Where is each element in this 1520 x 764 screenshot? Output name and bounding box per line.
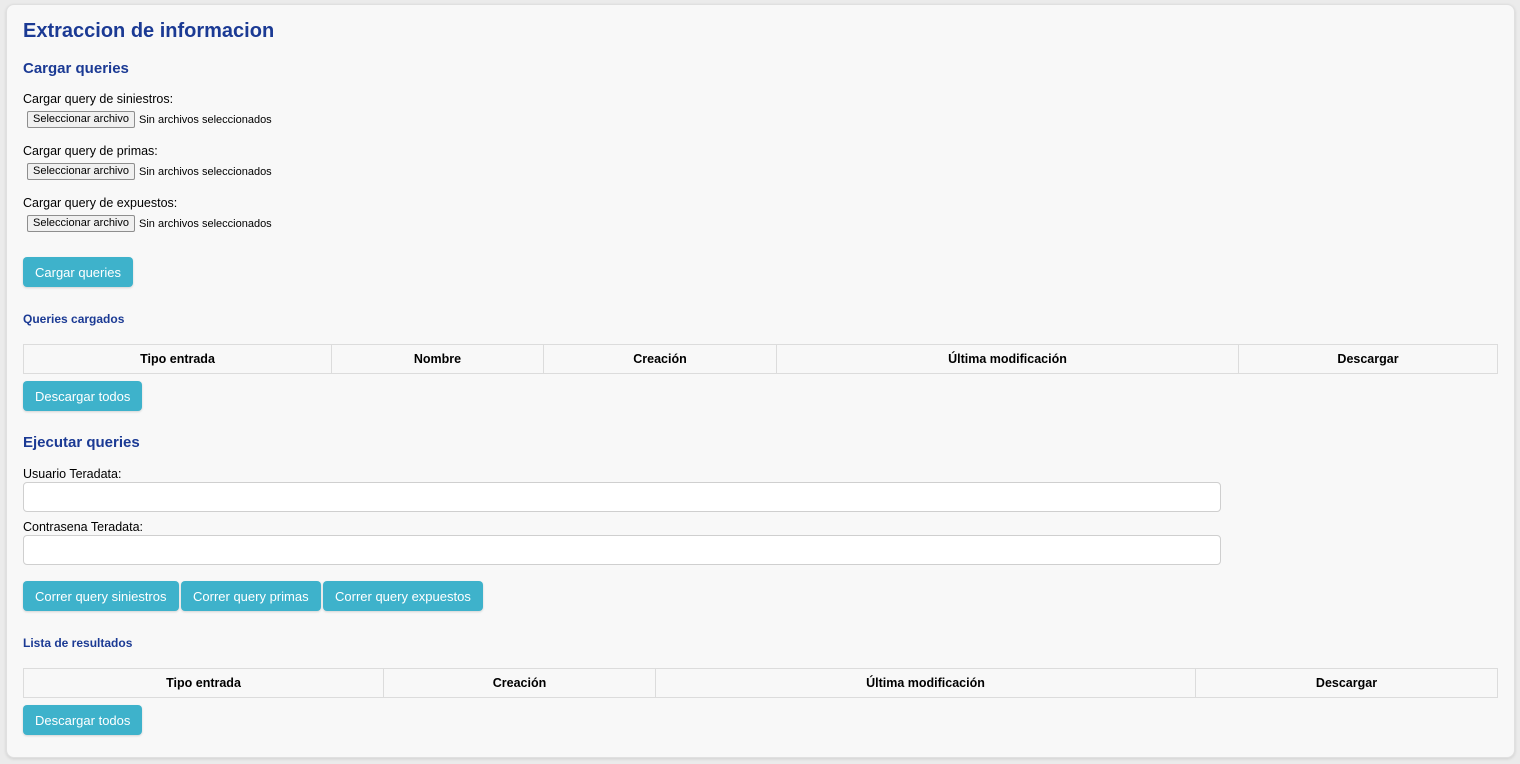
expuestos-choose-file-button[interactable]: Seleccionar archivo: [27, 215, 135, 232]
run-expuestos-button[interactable]: Correr query expuestos: [323, 581, 483, 611]
siniestros-file-input: Seleccionar archivo Sin archivos selecci…: [27, 111, 272, 128]
results-heading: Lista de resultados: [23, 636, 133, 650]
column-header: Creación: [543, 344, 777, 374]
column-header: Última modificación: [776, 344, 1239, 374]
loaded-queries-heading: Queries cargados: [23, 312, 125, 326]
siniestros-choose-file-button[interactable]: Seleccionar archivo: [27, 111, 135, 128]
loaded-queries-header-row: Tipo entrada Nombre Creación Última modi…: [23, 344, 1498, 374]
siniestros-file-status: Sin archivos seleccionados: [139, 113, 272, 126]
load-section-heading: Cargar queries: [23, 60, 129, 77]
teradata-user-input[interactable]: [23, 482, 1221, 512]
column-header: Nombre: [331, 344, 544, 374]
page-title: Extraccion de informacion: [23, 20, 275, 42]
siniestros-label: Cargar query de siniestros:: [23, 92, 174, 106]
teradata-password-label: Contrasena Teradata:: [23, 520, 143, 534]
teradata-user-label: Usuario Teradata:: [23, 467, 122, 481]
main-card: Extraccion de informacion Cargar queries…: [6, 4, 1515, 758]
download-all-results-button[interactable]: Descargar todos: [23, 705, 143, 735]
results-header-row: Tipo entrada Creación Última modificació…: [23, 668, 1498, 698]
column-header: Descargar: [1238, 344, 1498, 374]
run-siniestros-button[interactable]: Correr query siniestros: [23, 581, 179, 611]
column-header: Creación: [383, 668, 656, 698]
execute-section-heading: Ejecutar queries: [23, 434, 140, 451]
primas-file-input: Seleccionar archivo Sin archivos selecci…: [27, 163, 272, 180]
primas-file-status: Sin archivos seleccionados: [139, 165, 272, 178]
primas-choose-file-button[interactable]: Seleccionar archivo: [27, 163, 135, 180]
column-header: Tipo entrada: [23, 344, 332, 374]
expuestos-file-status: Sin archivos seleccionados: [139, 217, 272, 230]
results-table: Tipo entrada Creación Última modificació…: [23, 668, 1498, 698]
load-queries-button[interactable]: Cargar queries: [23, 257, 133, 287]
expuestos-label: Cargar query de expuestos:: [23, 196, 178, 210]
column-header: Tipo entrada: [23, 668, 384, 698]
primas-label: Cargar query de primas:: [23, 144, 158, 158]
teradata-password-input[interactable]: [23, 535, 1221, 565]
expuestos-file-input: Seleccionar archivo Sin archivos selecci…: [27, 215, 272, 232]
column-header: Descargar: [1195, 668, 1498, 698]
download-all-loaded-button[interactable]: Descargar todos: [23, 381, 143, 411]
loaded-queries-table: Tipo entrada Nombre Creación Última modi…: [23, 344, 1498, 374]
column-header: Última modificación: [655, 668, 1196, 698]
run-primas-button[interactable]: Correr query primas: [181, 581, 321, 611]
